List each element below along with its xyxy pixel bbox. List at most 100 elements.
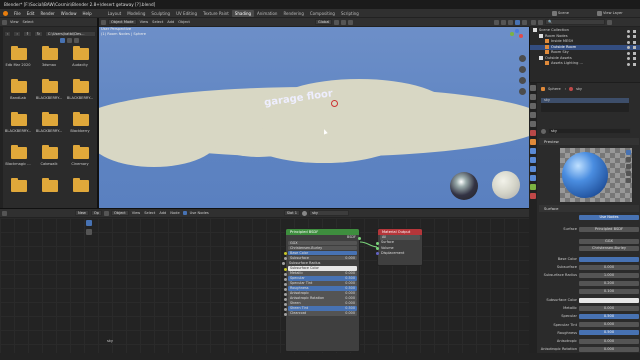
surface-panel-header[interactable]: Surface	[539, 205, 639, 212]
bsdf-output-socket[interactable]	[358, 236, 361, 240]
visibility-eye-icon[interactable]	[627, 40, 630, 44]
modifier-tab-icon[interactable]	[530, 148, 536, 154]
distribution-field[interactable]: GGX	[579, 238, 639, 244]
property-value-field[interactable]	[579, 256, 639, 262]
render-toggle-icon[interactable]	[633, 40, 636, 44]
principled-input-row[interactable]: Sheen Tint 0.500	[284, 306, 357, 311]
principled-input-row[interactable]: Clearcoat 0.000	[284, 311, 357, 316]
outliner-search-input[interactable]: 🔍	[545, 19, 605, 25]
input-socket[interactable]	[284, 272, 287, 276]
input-socket[interactable]	[284, 292, 287, 296]
property-value-field[interactable]: 0.000	[579, 322, 639, 328]
data-tab-icon[interactable]	[530, 184, 536, 190]
material-datablock-field[interactable]: sky	[548, 128, 631, 134]
material-slot-list[interactable]: sky	[541, 98, 629, 112]
principled-inputs: Base Color Subsurface 0.000 Subsurface Radi…	[282, 250, 359, 316]
object-tab-icon[interactable]	[530, 139, 536, 145]
principled-input-row[interactable]: Metallic 0.000	[284, 271, 357, 276]
input-socket[interactable]	[284, 287, 287, 291]
visibility-eye-icon[interactable]	[627, 57, 630, 60]
visibility-eye-icon[interactable]	[627, 35, 630, 38]
property-value-field[interactable]: 0.000	[579, 346, 639, 352]
property-value-field[interactable]: 0.000	[579, 305, 639, 311]
principled-input-row[interactable]: Sheen 0.000	[284, 301, 357, 306]
preview-hair-icon[interactable]	[626, 171, 631, 176]
principled-bsdf-node[interactable]: Principled BSDF BSDF GGX Christensen-Bur…	[282, 228, 361, 352]
outliner-row[interactable]: Assets Lighting ...	[530, 61, 640, 67]
visibility-eye-icon[interactable]	[627, 51, 630, 55]
property-value-field[interactable]: 0.000	[579, 338, 639, 344]
render-toggle-icon[interactable]	[633, 35, 636, 38]
visibility-eye-icon[interactable]	[627, 46, 630, 49]
property-value-field[interactable]: 0.100	[579, 289, 639, 295]
physics-tab-icon[interactable]	[530, 166, 536, 172]
tool-tab-icon[interactable]	[530, 85, 536, 91]
material-browse-icon[interactable]	[541, 128, 546, 134]
preview-sphere	[562, 152, 608, 198]
input-socket[interactable]	[284, 302, 287, 306]
material-output-node[interactable]: Material Output All Surface Volume Displ…	[376, 228, 423, 266]
preview-sphere-icon[interactable]	[626, 150, 631, 155]
constraints-tab-icon[interactable]	[530, 175, 536, 181]
input-socket[interactable]	[282, 262, 285, 266]
property-value-field[interactable]: 0.000	[579, 264, 639, 270]
input-socket[interactable]	[284, 307, 287, 311]
preview-cube-icon[interactable]	[626, 157, 631, 162]
subsurface-method-dropdown[interactable]: Christensen-Burley	[288, 245, 357, 251]
surface-shader-field[interactable]: Principled BSDF	[579, 226, 639, 232]
preview-monkey-icon[interactable]	[626, 164, 631, 169]
property-value-field[interactable]	[579, 297, 639, 303]
material-tab-icon[interactable]	[530, 193, 536, 199]
displacement-socket[interactable]	[376, 252, 379, 256]
volume-socket[interactable]	[376, 247, 379, 251]
visibility-eye-icon[interactable]	[627, 29, 630, 33]
principled-input-row[interactable]: Specular Tint 0.000	[284, 281, 357, 286]
principled-input-row[interactable]: Subsurface Radius	[282, 261, 359, 266]
subsurface-method-field[interactable]: Christensen-Burley	[579, 245, 639, 251]
principled-input-row[interactable]: Base Color	[284, 250, 357, 256]
principled-input-row[interactable]: Anisotropic 0.000	[284, 291, 357, 296]
use-nodes-button[interactable]: Use Nodes	[579, 214, 639, 220]
scene-tab-icon[interactable]	[530, 121, 536, 127]
input-socket[interactable]	[284, 277, 287, 281]
visibility-eye-icon[interactable]	[627, 62, 630, 66]
principled-input-row[interactable]: Anisotropic Rotation 0.000	[284, 296, 357, 301]
output-target-dropdown[interactable]: All	[380, 235, 420, 240]
input-label: Sheen	[290, 301, 301, 306]
view-layer-tab-icon[interactable]	[530, 112, 536, 118]
property-label: Anisotropic Rotation	[540, 347, 577, 352]
render-toggle-icon[interactable]	[633, 62, 636, 66]
world-tab-icon[interactable]	[530, 130, 536, 136]
input-socket[interactable]	[284, 297, 287, 301]
preview-panel-header[interactable]: Preview	[539, 138, 639, 145]
collection-icon	[545, 44, 549, 49]
principled-input-row[interactable]: Subsurface 0.000	[284, 255, 357, 261]
input-socket[interactable]	[284, 267, 287, 271]
render-toggle-icon[interactable]	[633, 29, 636, 33]
render-toggle-icon[interactable]	[633, 46, 636, 49]
principled-input-row[interactable]: Roughness 0.500	[284, 286, 357, 291]
distribution-dropdown[interactable]: GGX	[288, 240, 357, 246]
property-value-field[interactable]: 0.500	[579, 313, 639, 319]
input-socket[interactable]	[284, 282, 287, 286]
property-row: Metallic 0.000	[539, 305, 639, 311]
property-value-field[interactable]: 0.200	[579, 281, 639, 287]
property-value-field[interactable]: 0.500	[579, 330, 639, 336]
render-toggle-icon[interactable]	[633, 57, 636, 60]
render-toggle-icon[interactable]	[633, 51, 636, 55]
output-tab-icon[interactable]	[530, 103, 536, 109]
particles-tab-icon[interactable]	[530, 157, 536, 163]
material-slot-entry[interactable]: sky	[541, 98, 629, 103]
input-socket[interactable]	[284, 252, 287, 256]
editor-type-icon[interactable]	[531, 19, 536, 25]
surface-socket[interactable]	[376, 241, 379, 245]
principled-input-row[interactable]: Specular 0.500	[284, 276, 357, 281]
display-mode-icon[interactable]	[538, 19, 543, 25]
input-socket[interactable]	[284, 312, 287, 316]
filter-icon[interactable]	[607, 19, 612, 25]
preview-plane-icon[interactable]	[626, 178, 631, 183]
render-tab-icon[interactable]	[530, 94, 536, 100]
principled-input-row[interactable]: Subsurface Color	[284, 266, 357, 271]
displacement-input[interactable]: Displacement	[376, 251, 422, 256]
property-value-field[interactable]: 1.000	[579, 272, 639, 278]
